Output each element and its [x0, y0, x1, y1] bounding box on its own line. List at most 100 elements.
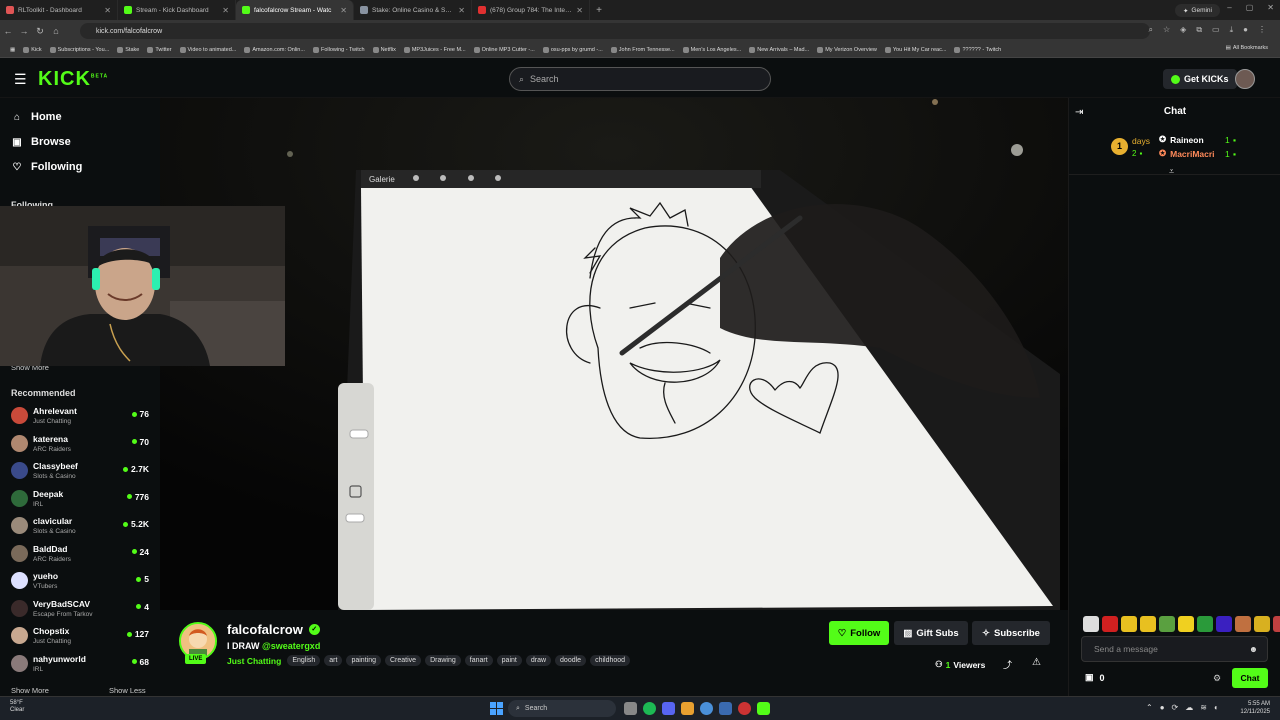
kick-logo[interactable]: KICKBETA	[38, 68, 108, 91]
recommended-channel[interactable]: Classybeef Slots & Casino 2.7K	[10, 460, 152, 485]
recommended-channel[interactable]: VeryBadSCAV Escape From Tarkov 4	[10, 598, 152, 623]
stream-tag[interactable]: art	[324, 655, 343, 666]
leaderboard-entry[interactable]: ✪ MacriMacri 1 ▪	[1159, 148, 1269, 159]
bookmark-item[interactable]: osu-pps by grumd -...	[539, 46, 607, 53]
emote-icon[interactable]	[1178, 616, 1194, 632]
recommended-channel[interactable]: nahyunworld IRL 68	[10, 653, 152, 678]
recommended-channel[interactable]: yueho VTubers 5	[10, 570, 152, 595]
stream-category[interactable]: Just Chatting	[227, 656, 281, 666]
sidepanel-icon[interactable]: ▭	[1212, 25, 1220, 35]
close-window-icon[interactable]: ✕	[1267, 3, 1274, 12]
recommended-channel[interactable]: Ahrelevant Just Chatting 76	[10, 405, 152, 430]
url-input[interactable]: kick.com/falcofalcrow	[80, 23, 1150, 39]
emote-icon[interactable]	[1083, 616, 1099, 632]
apps-grid-icon[interactable]: ▦	[6, 47, 19, 53]
task-view-icon[interactable]	[624, 702, 637, 715]
menu-kebab-icon[interactable]: ⋮	[1258, 25, 1266, 35]
bookmark-item[interactable]: Amazon.com: Onlin...	[240, 46, 309, 53]
emote-icon[interactable]	[1102, 616, 1118, 632]
bookmark-item[interactable]: Kick	[19, 46, 45, 53]
all-bookmarks[interactable]: ▤ All Bookmarks	[1222, 45, 1272, 51]
show-less-button[interactable]: Show Less	[109, 686, 146, 695]
chat-settings-icon[interactable]: ⚙	[1213, 673, 1221, 684]
stream-tag[interactable]: childhood	[590, 655, 631, 666]
bookmark-item[interactable]: Online MP3 Cutter -...	[470, 46, 539, 53]
stream-tag[interactable]: doodle	[555, 655, 587, 666]
back-icon[interactable]: ←	[0, 26, 16, 36]
wifi-icon[interactable]: ≋	[1200, 703, 1207, 712]
bookmark-item[interactable]: Subscriptions - You...	[46, 46, 114, 53]
show-more-button[interactable]: Show More	[11, 686, 49, 695]
reload-icon[interactable]: ↻	[32, 26, 48, 37]
recommended-channel[interactable]: BaldDad ARC Raiders 24	[10, 543, 152, 568]
bookmark-item[interactable]: New Arrivals – Mad...	[745, 46, 813, 53]
sidebar-item-browse[interactable]: ▣ Browse	[12, 136, 70, 148]
recommended-channel[interactable]: katerena ARC Raiders 70	[10, 433, 152, 458]
gift-subs-button[interactable]: ▨ Gift Subs	[894, 621, 968, 645]
chat-send-button[interactable]: Chat	[1232, 668, 1268, 688]
tray-cloud-icon[interactable]: ☁	[1185, 703, 1193, 712]
weather-widget[interactable]: 58°F Clear	[10, 700, 24, 714]
emote-icon[interactable]	[1235, 616, 1251, 632]
tab-close-icon[interactable]: ✕	[104, 6, 111, 15]
gemini-button[interactable]: ✦ Gemini	[1174, 4, 1220, 17]
stream-tag[interactable]: paint	[496, 655, 522, 666]
tray-app-icon[interactable]: ●	[1160, 703, 1165, 712]
discord-icon[interactable]	[662, 702, 675, 715]
bookmark-item[interactable]: Twitter	[143, 46, 175, 53]
file-explorer-icon[interactable]	[681, 702, 694, 715]
emoji-icon[interactable]: ☻	[1249, 644, 1258, 654]
puzzle-icon[interactable]: ⧉	[1196, 25, 1202, 35]
search-input[interactable]: ⌕ Search	[509, 67, 771, 91]
emote-icon[interactable]	[1140, 616, 1156, 632]
recommended-channel[interactable]: Chopstix Just Chatting 127	[10, 625, 152, 650]
bookmark-item[interactable]: Video to animated...	[176, 46, 241, 53]
bookmark-item[interactable]: MP3Juices - Free M...	[400, 46, 470, 53]
obs-icon[interactable]	[738, 702, 751, 715]
hamburger-menu-icon[interactable]: ☰	[14, 71, 27, 88]
stream-tag[interactable]: English	[287, 655, 321, 666]
streamer-name[interactable]: falcofalcrow ✓	[227, 622, 320, 637]
tab-close-icon[interactable]: ✕	[340, 6, 347, 15]
windows-start-icon[interactable]	[490, 702, 503, 715]
browser-tab[interactable]: Stake: Online Casino & Sports ✕	[354, 0, 472, 20]
taskbar-search[interactable]: ⌕ Search	[508, 700, 616, 717]
bookmark-item[interactable]: Following - Twitch	[309, 46, 369, 53]
forward-icon[interactable]: →	[16, 26, 32, 36]
browser-tab[interactable]: (678) Group 784: The Internet ✕	[472, 0, 590, 20]
expand-leaderboard-icon[interactable]: ⩡	[1169, 166, 1174, 177]
browser-tab[interactable]: RLToolkit - Dashboard ✕	[0, 0, 118, 20]
emote-icon[interactable]	[1159, 616, 1175, 632]
profile-icon[interactable]: ●	[1243, 25, 1248, 35]
bookmark-item[interactable]: John From Tennesse...	[607, 46, 679, 53]
tab-close-icon[interactable]: ✕	[458, 6, 465, 15]
bookmark-item[interactable]: Men's Los Angeles...	[679, 46, 746, 53]
zoom-icon[interactable]: ⌕	[1149, 25, 1153, 35]
home-nav-icon[interactable]: ⌂	[48, 26, 64, 36]
tray-sync-icon[interactable]: ⟳	[1172, 703, 1179, 712]
photos-icon[interactable]	[719, 702, 732, 715]
stream-tag[interactable]: Drawing	[425, 655, 461, 666]
stream-tag[interactable]: painting	[346, 655, 381, 666]
bookmark-item[interactable]: My Verizon Overview	[813, 46, 881, 53]
video-player[interactable]: Galerie	[160, 98, 1068, 610]
bookmark-star-icon[interactable]: ☆	[1163, 25, 1170, 35]
leaderboard-entry[interactable]: ✪ Raineon 1 ▪	[1159, 134, 1269, 145]
emote-icon[interactable]	[1121, 616, 1137, 632]
emote-icon[interactable]	[1273, 616, 1280, 632]
maximize-icon[interactable]: ▢	[1246, 3, 1254, 12]
user-avatar[interactable]	[1235, 69, 1255, 89]
follow-button[interactable]: ♡ Follow	[829, 621, 889, 645]
browser-tab[interactable]: falcofalcrow Stream - Watc ✕	[236, 0, 354, 20]
bookmark-item[interactable]: ?????? - Twitch	[950, 46, 1005, 53]
bookmark-item[interactable]: Netflix	[369, 46, 400, 53]
emote-icon[interactable]	[1197, 616, 1213, 632]
minimize-icon[interactable]: –	[1227, 3, 1231, 12]
tab-close-icon[interactable]: ✕	[222, 6, 229, 15]
stream-title-mention[interactable]: @sweatergxd	[262, 641, 320, 651]
bookmark-item[interactable]: You Hit My Car reac...	[881, 46, 951, 53]
get-kicks-button[interactable]: Get KICKs	[1163, 69, 1237, 89]
sidebar-item-following[interactable]: ♡ Following	[12, 161, 83, 173]
recommended-channel[interactable]: Deepak IRL 776	[10, 488, 152, 513]
browser-tab[interactable]: Stream - Kick Dashboard ✕	[118, 0, 236, 20]
